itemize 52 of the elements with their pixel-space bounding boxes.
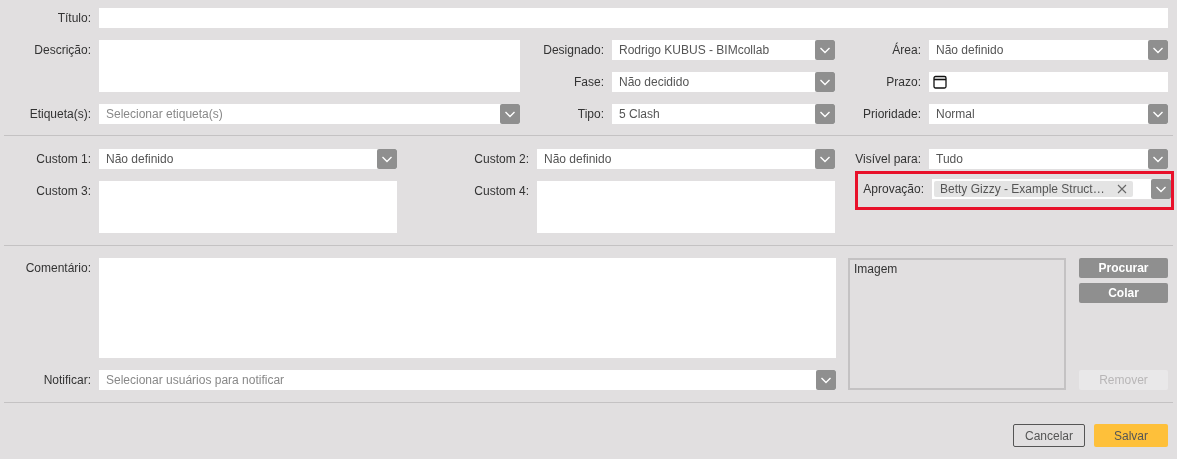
- custom-field[interactable]: [537, 181, 835, 233]
- field-label: Visível para:: [854, 151, 922, 168]
- chevron-down-icon: [815, 149, 835, 169]
- comment-field[interactable]: [99, 258, 836, 358]
- field-label: Prazo:: [885, 74, 922, 91]
- field-label: Notificar:: [42, 372, 92, 389]
- chevron-down-icon: [500, 104, 520, 124]
- dropdown-field[interactable]: Não definido: [99, 149, 397, 169]
- field-label: Custom 2:: [473, 151, 530, 168]
- field-label: Área:: [891, 41, 922, 59]
- chevron-down-icon: [815, 40, 835, 60]
- dropdown-field[interactable]: Selecionar etiqueta(s): [99, 104, 520, 124]
- dropdown-field[interactable]: Normal: [929, 104, 1168, 124]
- close-icon[interactable]: [1116, 184, 1127, 194]
- chevron-down-icon: [816, 370, 836, 390]
- image-label: Imagem: [854, 262, 898, 276]
- cancel-button[interactable]: Cancelar: [1013, 424, 1085, 447]
- dropdown-field[interactable]: Não definido: [929, 40, 1168, 60]
- chevron-down-icon: [377, 149, 397, 169]
- dropdown-field[interactable]: Selecionar usuários para notificar: [99, 370, 836, 390]
- field-label: Comentário:: [24, 260, 92, 277]
- chevron-down-icon: [815, 104, 835, 124]
- dropdown-field[interactable]: Não definido: [537, 149, 835, 169]
- field-label: Prioridade:: [861, 106, 922, 123]
- calendar-icon: [933, 75, 947, 89]
- selected-chip[interactable]: Betty Gizzy - Example Struct…: [934, 181, 1133, 197]
- dropdown-field[interactable]: Betty Gizzy - Example Struct…: [932, 179, 1171, 199]
- chevron-down-icon: [1148, 104, 1168, 124]
- field-label: Aprovação:: [862, 181, 925, 198]
- field-label: Custom 3:: [35, 183, 92, 200]
- chevron-down-icon: [815, 72, 835, 92]
- dropdown-field[interactable]: Não decidido: [612, 72, 835, 92]
- title-field[interactable]: [99, 8, 1168, 28]
- image-drop-area[interactable]: Imagem: [848, 258, 1066, 390]
- field-label: Tipo:: [576, 106, 605, 123]
- field-label: Custom 1:: [35, 151, 92, 168]
- field-label: Etiqueta(s):: [28, 106, 92, 123]
- field-label: Descrição:: [33, 42, 92, 59]
- chevron-down-icon: [1148, 149, 1168, 169]
- chevron-down-icon: [1148, 40, 1168, 60]
- field-label: Fase:: [573, 74, 605, 91]
- dropdown-field[interactable]: Tudo: [929, 149, 1168, 169]
- field-label: Designado:: [542, 42, 605, 59]
- chevron-down-icon: [1151, 179, 1171, 199]
- description-field[interactable]: [99, 40, 520, 92]
- custom-field[interactable]: [99, 181, 397, 233]
- save-button[interactable]: Salvar: [1094, 424, 1168, 447]
- date-field[interactable]: [929, 72, 1168, 92]
- dropdown-field[interactable]: 5 Clash: [612, 104, 835, 124]
- field-label: Custom 4:: [473, 183, 530, 200]
- field-label: Título:: [56, 10, 92, 27]
- dropdown-field[interactable]: Rodrigo KUBUS - BIMcollab: [612, 40, 835, 60]
